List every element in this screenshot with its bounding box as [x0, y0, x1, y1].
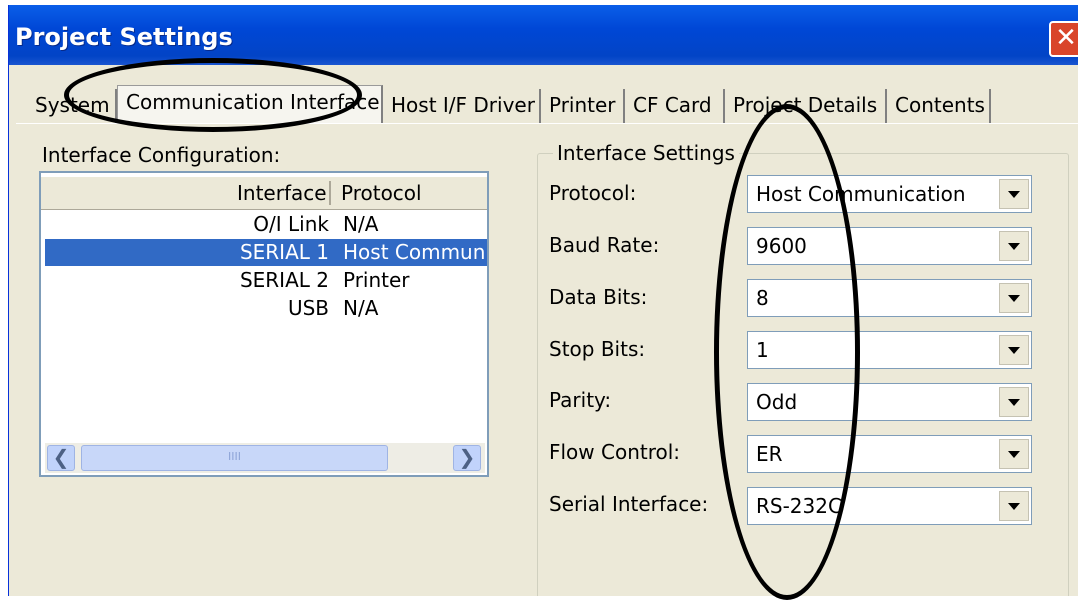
chevron-down-icon — [1008, 347, 1020, 354]
protocol-label: Protocol: — [549, 181, 637, 205]
baud-rate-dropdown-button[interactable] — [999, 231, 1029, 261]
list-item[interactable]: SERIAL 2 Printer — [45, 267, 487, 294]
list-header: Interface Protocol — [41, 177, 487, 210]
tab-contents[interactable]: Contents — [887, 89, 991, 123]
protocol-cell: N/A — [343, 212, 379, 236]
interface-cell: USB — [287, 296, 329, 320]
chevron-down-icon — [1008, 451, 1020, 458]
chevron-down-icon — [1008, 503, 1020, 510]
serial-interface-label: Serial Interface: — [549, 492, 709, 516]
horizontal-scrollbar[interactable]: ❮ IIII ❯ — [45, 443, 485, 473]
chevron-left-icon: ❮ — [52, 445, 70, 469]
flow-control-label: Flow Control: — [549, 440, 681, 464]
protocol-cell: Host Communi — [343, 240, 489, 264]
close-button[interactable]: ✕ — [1049, 21, 1078, 57]
column-header-interface[interactable]: Interface — [237, 177, 327, 209]
scroll-right-button[interactable]: ❯ — [453, 445, 481, 471]
parity-dropdown-button[interactable] — [999, 387, 1029, 417]
protocol-cell: Printer — [343, 268, 410, 292]
close-icon: ✕ — [1055, 23, 1077, 53]
stop-bits-label: Stop Bits: — [549, 337, 646, 361]
list-item-selected[interactable]: SERIAL 1 Host Communi — [45, 239, 487, 266]
tab-cf-card[interactable]: CF Card — [625, 89, 725, 123]
title-bar[interactable]: Project Settings ✕ — [9, 5, 1078, 65]
interface-cell: SERIAL 2 — [239, 268, 329, 292]
annotation-ellipse-tab — [64, 58, 362, 132]
interface-list[interactable]: Interface Protocol O/I Link N/A SERIAL 1… — [39, 171, 489, 477]
scroll-grip: IIII — [228, 450, 241, 463]
data-bits-label: Data Bits: — [549, 285, 648, 309]
serial-interface-dropdown-button[interactable] — [999, 491, 1029, 521]
flow-control-dropdown-button[interactable] — [999, 439, 1029, 469]
protocol-cell: N/A — [343, 296, 379, 320]
chevron-down-icon — [1008, 399, 1020, 406]
interface-settings-title: Interface Settings — [553, 141, 739, 165]
chevron-down-icon — [1008, 243, 1020, 250]
stop-bits-dropdown-button[interactable] — [999, 335, 1029, 365]
interface-cell: SERIAL 1 — [239, 240, 329, 264]
protocol-dropdown-button[interactable] — [999, 179, 1029, 209]
column-divider[interactable] — [329, 181, 331, 205]
annotation-ellipse-settings — [714, 104, 860, 600]
baud-rate-label: Baud Rate: — [549, 233, 660, 257]
list-item[interactable]: USB N/A — [45, 295, 487, 322]
list-item[interactable]: O/I Link N/A — [45, 211, 487, 238]
chevron-right-icon: ❯ — [458, 445, 476, 469]
scroll-left-button[interactable]: ❮ — [47, 445, 75, 471]
chevron-down-icon — [1008, 295, 1020, 302]
interface-cell: O/I Link — [253, 212, 329, 236]
column-header-protocol[interactable]: Protocol — [341, 177, 422, 209]
chevron-down-icon — [1008, 191, 1020, 198]
tab-printer[interactable]: Printer — [541, 89, 625, 123]
data-bits-dropdown-button[interactable] — [999, 283, 1029, 313]
interface-configuration-label: Interface Configuration: — [42, 143, 281, 167]
window-title: Project Settings — [15, 23, 233, 51]
tab-host-if-driver[interactable]: Host I/F Driver — [383, 89, 541, 123]
parity-label: Parity: — [549, 388, 612, 412]
scroll-thumb[interactable]: IIII — [81, 445, 388, 471]
